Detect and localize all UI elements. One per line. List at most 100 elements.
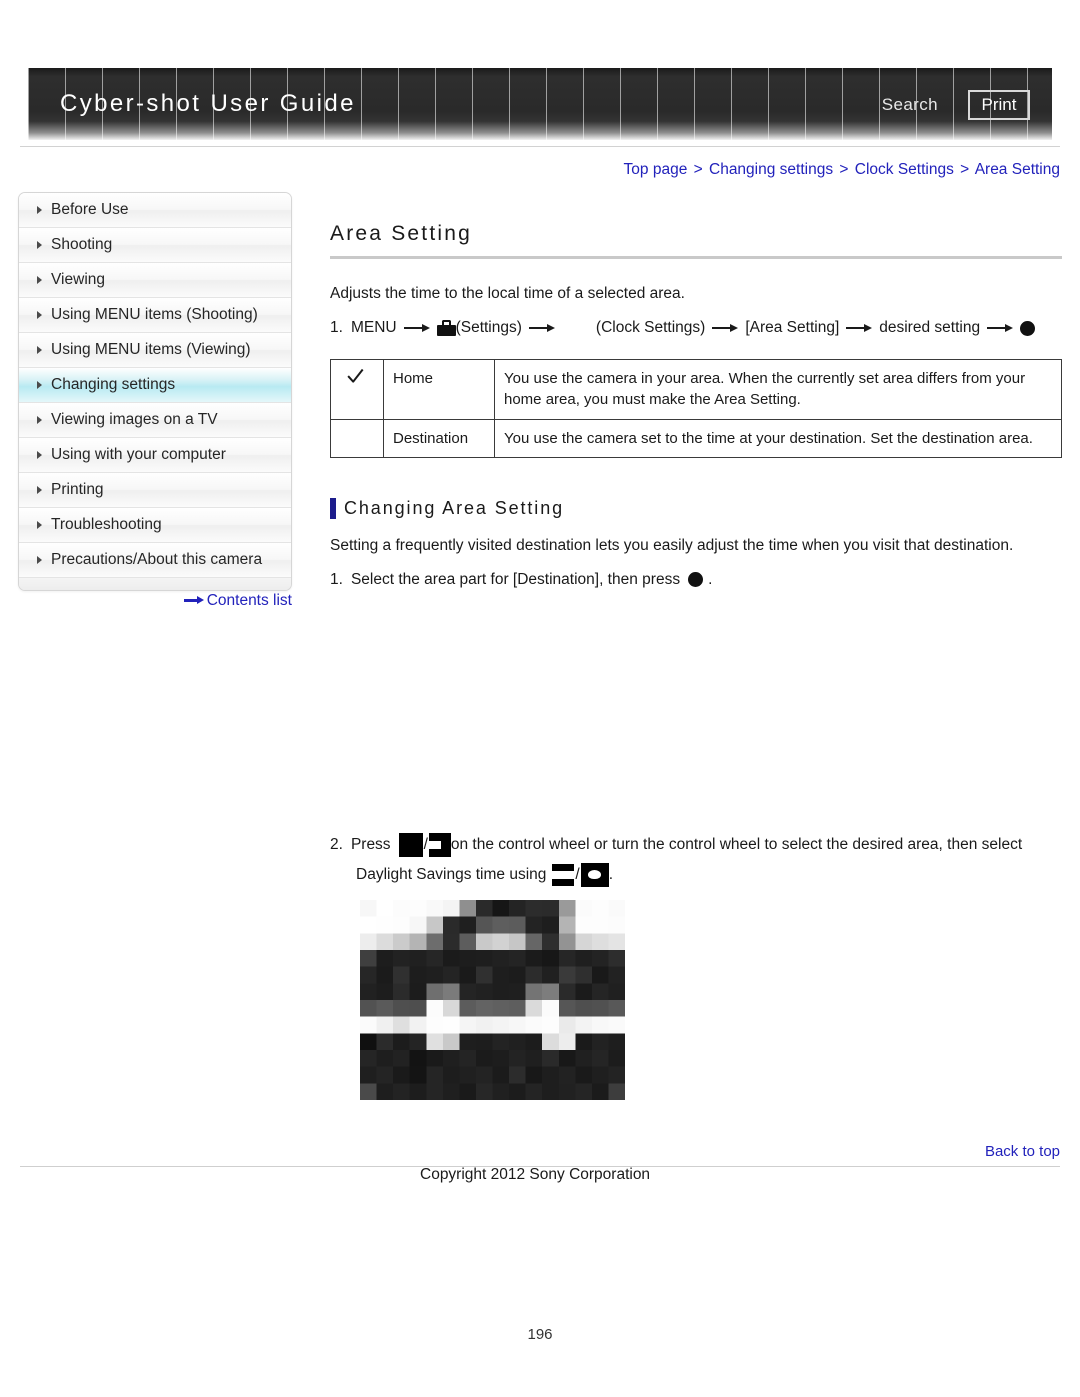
step-2-line-2: Daylight Savings time using / .	[356, 862, 1062, 887]
clock-settings-icon-missing	[562, 320, 596, 336]
main-content: Area Setting Adjusts the time to the loc…	[330, 222, 1062, 887]
page-title: Area Setting	[330, 222, 1062, 259]
control-wheel-left-icon	[552, 863, 575, 886]
control-wheel-right-icon	[580, 862, 609, 887]
sidebar-item-shooting[interactable]: Shooting	[19, 228, 291, 263]
breadcrumb-separator: >	[960, 161, 970, 178]
step-2-text-after: .	[608, 865, 614, 883]
sidebar-item-using-menu-items-shooting[interactable]: Using MENU items (Shooting)	[19, 298, 291, 333]
table-cell-name: Destination	[383, 418, 495, 458]
contents-list-label: Contents list	[206, 592, 292, 609]
header-divider	[20, 146, 1060, 147]
copyright-text: Copyright 2012 Sony Corporation	[420, 1166, 651, 1183]
contents-list-link[interactable]: Contents list	[18, 592, 292, 610]
center-button-icon	[1020, 320, 1036, 336]
step-number: 2.	[330, 835, 343, 853]
sidebar-item-label: Using with your computer	[51, 446, 226, 463]
intro-paragraph: Adjusts the time to the local time of a …	[330, 285, 685, 302]
slash-separator: /	[423, 835, 428, 853]
sidebar-item-viewing-images-on-a-tv[interactable]: Viewing images on a TV	[19, 403, 291, 438]
caret-right-icon	[37, 346, 42, 354]
caret-right-icon	[37, 486, 42, 494]
breadcrumb-item-area-setting[interactable]: Area Setting	[975, 161, 1060, 178]
caret-right-icon	[37, 416, 42, 424]
breadcrumb-item-top-page[interactable]: Top page	[624, 161, 688, 178]
menu-path-step: 1. MENU (Settings) (Clock Settings) [Are…	[330, 319, 1062, 337]
accent-bar	[330, 497, 336, 519]
camera-screen-image	[360, 900, 625, 1100]
arrow-right-icon	[183, 596, 204, 605]
subsection-title: Changing Area Setting	[344, 497, 565, 518]
page-number: 196	[527, 1326, 553, 1343]
breadcrumb-separator: >	[693, 161, 703, 178]
sidebar-item-changing-settings[interactable]: Changing settings	[19, 368, 291, 403]
step-1-text: Select the area part for [Destination], …	[350, 570, 681, 588]
table-cell-check	[330, 359, 384, 420]
caret-right-icon	[37, 276, 42, 284]
menu-label: MENU	[350, 319, 397, 336]
sidebar-nav: Before Use Shooting Viewing Using MENU i…	[18, 192, 292, 591]
table-row: Home You use the camera in your area. Wh…	[330, 359, 1062, 420]
step-2-text-before: Press	[350, 835, 391, 853]
subsection-step-1: 1. Select the area part for [Destination…	[330, 571, 1062, 589]
control-wheel-up-icon	[398, 832, 423, 857]
sidebar-item-label: Viewing images on a TV	[51, 411, 218, 428]
slash-separator: /	[575, 865, 580, 883]
sidebar-item-using-menu-items-viewing[interactable]: Using MENU items (Viewing)	[19, 333, 291, 368]
app-title: Cyber-shot User Guide	[60, 90, 356, 117]
settings-label: (Settings)	[455, 319, 522, 336]
sidebar-item-label: Troubleshooting	[51, 516, 162, 533]
sidebar-item-printing[interactable]: Printing	[19, 473, 291, 508]
sidebar-item-label: Using MENU items (Viewing)	[51, 341, 251, 358]
step-number: 1.	[330, 319, 343, 336]
search-button[interactable]: Search	[882, 95, 938, 115]
sidebar-item-label: Before Use	[51, 201, 129, 218]
caret-right-icon	[37, 556, 42, 564]
subsection-paragraph: Setting a frequently visited destination…	[330, 536, 1014, 554]
back-to-top-link[interactable]: Back to top	[985, 1143, 1060, 1160]
sidebar-item-viewing[interactable]: Viewing	[19, 263, 291, 298]
arrow-right-icon	[528, 323, 555, 334]
caret-right-icon	[37, 241, 42, 249]
caret-right-icon	[37, 311, 42, 319]
sidebar-item-label: Printing	[51, 481, 104, 498]
arrow-right-icon	[987, 323, 1014, 334]
sidebar-item-using-with-your-computer[interactable]: Using with your computer	[19, 438, 291, 473]
arrow-right-icon	[712, 323, 739, 334]
caret-right-icon	[37, 381, 42, 389]
control-wheel-down-icon	[428, 832, 451, 857]
step-1-text-end: .	[708, 570, 713, 588]
caret-right-icon	[37, 206, 42, 214]
table-cell-check	[330, 418, 384, 458]
settings-toolbox-icon	[436, 320, 456, 336]
sidebar-item-label: Using MENU items (Shooting)	[51, 306, 258, 323]
camera-screen-canvas	[360, 900, 625, 1100]
sidebar-item-precautions-about-this-camera[interactable]: Precautions/About this camera	[19, 543, 291, 578]
step-2-text-middle: on the control wheel or turn the control…	[450, 835, 1023, 853]
table-row: Destination You use the camera set to th…	[330, 418, 1062, 458]
breadcrumb-item-clock-settings[interactable]: Clock Settings	[855, 161, 954, 178]
sidebar-item-label: Precautions/About this camera	[51, 551, 263, 568]
arrow-right-icon	[846, 323, 873, 334]
sidebar-item-label: Viewing	[51, 271, 106, 288]
breadcrumb-item-changing-settings[interactable]: Changing settings	[709, 161, 833, 178]
sidebar-item-troubleshooting[interactable]: Troubleshooting	[19, 508, 291, 543]
caret-right-icon	[37, 451, 42, 459]
table-cell-description: You use the camera in your area. When th…	[494, 359, 1062, 420]
step-number: 1.	[330, 570, 343, 588]
sidebar-item-before-use[interactable]: Before Use	[19, 193, 291, 228]
check-icon	[347, 368, 367, 386]
arrow-right-icon	[403, 323, 430, 334]
clock-settings-label: (Clock Settings)	[595, 319, 706, 336]
breadcrumb-separator: >	[839, 161, 849, 178]
table-cell-name: Home	[383, 359, 495, 420]
desired-setting-label: desired setting	[879, 319, 981, 336]
header-banner: Cyber-shot User Guide Search Print	[28, 68, 1052, 140]
center-button-icon	[688, 572, 704, 588]
step-2-text-line2: Daylight Savings time using	[356, 865, 547, 883]
sidebar-item-label: Shooting	[51, 236, 113, 253]
step-2-line-1: 2. Press / on the control wheel or turn …	[330, 832, 1062, 857]
print-button[interactable]: Print	[968, 90, 1030, 120]
subsection-heading: Changing Area Setting	[330, 497, 1062, 519]
sidebar-item-label: Changing settings	[51, 376, 176, 393]
